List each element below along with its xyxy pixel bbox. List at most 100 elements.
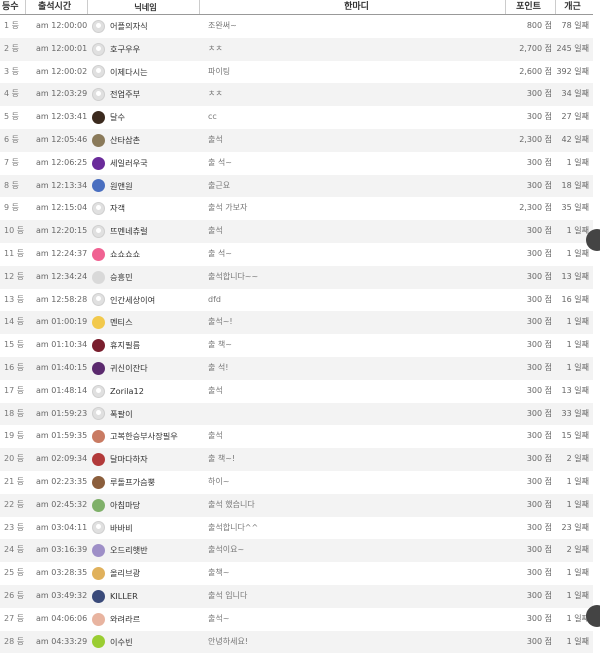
avatar[interactable] — [92, 589, 105, 603]
nickname-text[interactable]: Zorila12 — [110, 380, 144, 403]
table-row: 12 등 am 12:34:24 승흥민 출석합니다~~ 300 점 13 일째 — [0, 265, 593, 289]
nickname-text[interactable]: 산타삼촌 — [110, 129, 140, 152]
nickname-cell[interactable]: 멘티스 — [88, 311, 200, 334]
table-row: 10 등 am 12:20:15 뜨멘네츄럴 출석 300 점1 일째 — [0, 220, 593, 243]
header-rank[interactable]: 등수 — [0, 0, 26, 14]
nickname-text[interactable]: 달수 — [110, 106, 125, 129]
nickname-text[interactable]: 뜨멘네츄럴 — [110, 220, 148, 243]
nickname-text[interactable]: 바바비 — [110, 517, 133, 540]
nickname-text[interactable]: 이제다시는 — [110, 61, 148, 84]
avatar[interactable] — [92, 498, 105, 512]
nickname-text[interactable]: 자객 — [110, 197, 125, 220]
nickname-text[interactable]: 전업주부 — [110, 83, 140, 106]
nickname-cell[interactable]: 귀신이잔다 — [88, 357, 200, 380]
nickname-text[interactable]: 휴지필름 — [110, 334, 140, 357]
nickname-text[interactable]: 아침마당 — [110, 494, 140, 517]
nickname-text[interactable]: KILLER — [110, 585, 138, 608]
time-cell: am 12:00:01 — [36, 43, 88, 53]
nickname-text[interactable]: 달마다하자 — [110, 448, 148, 471]
nickname-cell[interactable]: 아침마당 — [88, 494, 200, 517]
message-cell: 출석 입니다 — [208, 590, 248, 600]
avatar[interactable] — [92, 453, 105, 467]
avatar[interactable] — [92, 65, 105, 79]
nickname-cell[interactable]: 이수빈 — [88, 631, 200, 653]
nickname-text[interactable]: 어플의자식 — [110, 15, 148, 38]
nickname-text[interactable]: 승흥민 — [110, 266, 133, 289]
avatar[interactable] — [92, 430, 105, 444]
nickname-text[interactable]: 인간세상이여 — [110, 289, 155, 312]
nickname-cell[interactable]: 세일러우국 — [88, 152, 200, 175]
nickname-text[interactable]: 원앤원 — [110, 175, 133, 198]
nickname-text[interactable]: 이수빈 — [110, 631, 133, 653]
avatar[interactable] — [92, 133, 105, 147]
avatar[interactable] — [92, 293, 105, 307]
nickname-text[interactable]: 쇼쇼쇼쇼 — [110, 243, 140, 266]
header-count[interactable]: 개근 — [556, 0, 593, 14]
nickname-text[interactable]: 멘티스 — [110, 311, 133, 334]
avatar[interactable] — [92, 384, 105, 398]
nickname-cell[interactable]: 바바비 — [88, 517, 200, 540]
rank-cell: 21 등 — [4, 476, 25, 486]
nickname-cell[interactable]: Zorila12 — [88, 380, 200, 403]
avatar[interactable] — [92, 475, 105, 489]
nickname-cell[interactable]: 산타삼촌 — [88, 129, 200, 152]
points-cell: 300 점 — [526, 522, 552, 532]
nickname-cell[interactable]: 올리브광 — [88, 562, 200, 585]
avatar[interactable] — [92, 42, 105, 56]
time-cell: am 04:06:06 — [36, 613, 88, 623]
header-nickname[interactable]: 닉네임 — [88, 0, 200, 14]
nickname-text[interactable]: 오드리햇반 — [110, 539, 148, 562]
nickname-cell[interactable]: 폭팔이 — [88, 403, 200, 426]
avatar[interactable] — [92, 225, 105, 239]
nickname-cell[interactable]: 원앤원 — [88, 175, 200, 198]
nickname-text[interactable]: 귀신이잔다 — [110, 357, 148, 380]
nickname-text[interactable]: 루돌프가슴뿡 — [110, 471, 155, 494]
avatar[interactable] — [92, 521, 105, 535]
table-row: 6 등 am 12:05:46 산타삼촌 출석 2,300 점 42 일째 — [0, 128, 593, 152]
avatar[interactable] — [92, 339, 105, 353]
header-message[interactable]: 한마디 — [200, 0, 506, 14]
nickname-cell[interactable]: 달마다하자 — [88, 448, 200, 471]
nickname-cell[interactable]: 오드리햇반 — [88, 539, 200, 562]
nickname-cell[interactable]: 전업주부 — [88, 83, 200, 106]
avatar[interactable] — [92, 179, 105, 193]
nickname-cell[interactable]: 이제다시는 — [88, 61, 200, 84]
nickname-cell[interactable]: 와려라르 — [88, 608, 200, 631]
avatar[interactable] — [92, 111, 105, 125]
nickname-text[interactable]: 와려라르 — [110, 608, 140, 631]
nickname-text[interactable]: 세일러우국 — [110, 152, 148, 175]
nickname-cell[interactable]: 승흥민 — [88, 266, 200, 289]
nickname-cell[interactable]: 인간세상이여 — [88, 289, 200, 312]
nickname-text[interactable]: 고복한승부사장필우 — [110, 425, 178, 448]
nickname-text[interactable]: 호구우우 — [110, 38, 140, 61]
nickname-cell[interactable]: 뜨멘네츄럴 — [88, 220, 200, 243]
nickname-cell[interactable]: KILLER — [88, 585, 200, 608]
nickname-cell[interactable]: 쇼쇼쇼쇼 — [88, 243, 200, 266]
avatar[interactable] — [92, 156, 105, 170]
nickname-cell[interactable]: 어플의자식 — [88, 15, 200, 38]
avatar[interactable] — [92, 567, 105, 581]
nickname-text[interactable]: 폭팔이 — [110, 403, 133, 426]
avatar[interactable] — [92, 635, 105, 649]
avatar[interactable] — [92, 544, 105, 558]
nickname-cell[interactable]: 고복한승부사장필우 — [88, 425, 200, 448]
nickname-cell[interactable]: 휴지필름 — [88, 334, 200, 357]
avatar[interactable] — [92, 612, 105, 626]
avatar[interactable] — [92, 316, 105, 330]
message-cell: 출석합니다^^ — [208, 522, 259, 532]
message-cell: 출석 — [208, 226, 223, 236]
avatar[interactable] — [92, 361, 105, 375]
nickname-cell[interactable]: 자객 — [88, 197, 200, 220]
header-time[interactable]: 출석시간 — [26, 0, 88, 14]
nickname-cell[interactable]: 루돌프가슴뿡 — [88, 471, 200, 494]
nickname-cell[interactable]: 달수 — [88, 106, 200, 129]
avatar[interactable] — [92, 270, 105, 284]
avatar[interactable] — [92, 202, 105, 216]
avatar[interactable] — [92, 19, 105, 33]
header-points[interactable]: 포인트 — [506, 0, 556, 14]
avatar[interactable] — [92, 247, 105, 261]
nickname-text[interactable]: 올리브광 — [110, 562, 140, 585]
nickname-cell[interactable]: 호구우우 — [88, 38, 200, 61]
avatar[interactable] — [92, 407, 105, 421]
avatar[interactable] — [92, 88, 105, 102]
